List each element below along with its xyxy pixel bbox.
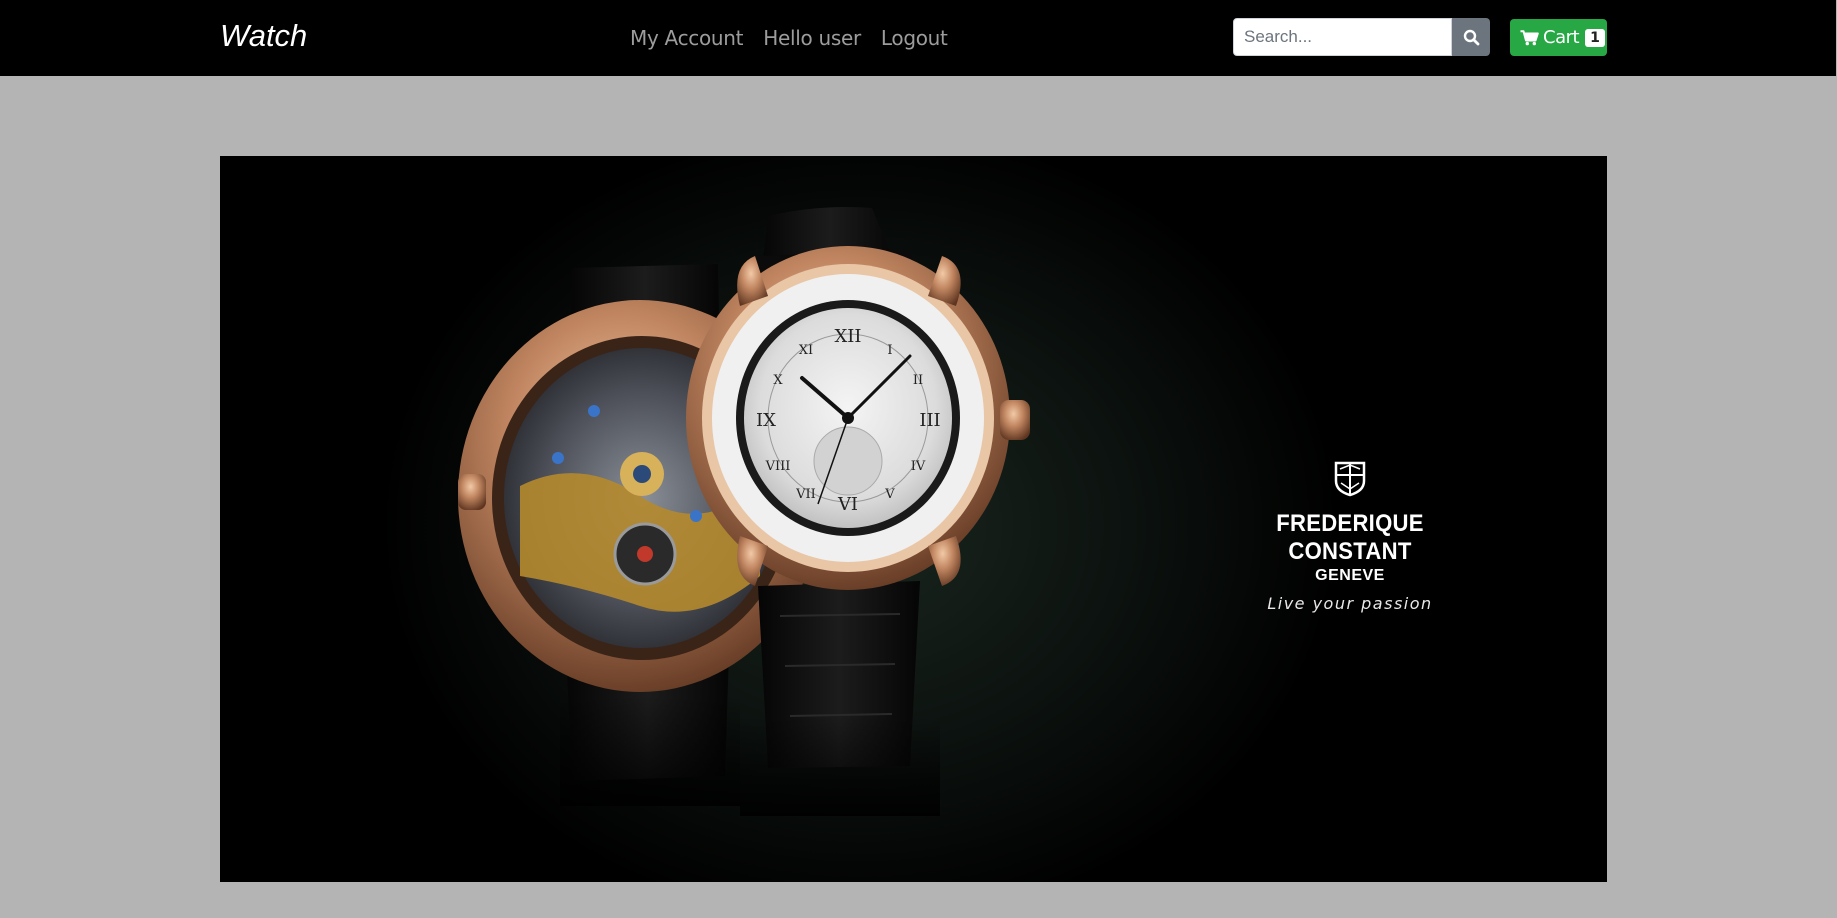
svg-text:XI: XI bbox=[799, 343, 813, 358]
brand-tagline: Live your passion bbox=[1267, 594, 1433, 613]
svg-text:I: I bbox=[887, 343, 892, 358]
nav-link-my-account[interactable]: My Account bbox=[630, 23, 744, 53]
search-button[interactable] bbox=[1452, 18, 1490, 56]
shopping-cart-icon bbox=[1520, 29, 1539, 46]
brand-shield-icon bbox=[1334, 461, 1366, 497]
svg-text:XII: XII bbox=[834, 326, 861, 347]
brand-logo: FREDERIQUE CONSTANT GENEVE Live your pas… bbox=[1220, 461, 1480, 613]
search-form bbox=[1233, 18, 1490, 56]
nav-link-logout[interactable]: Logout bbox=[881, 23, 948, 53]
brand-city: GENEVE bbox=[1315, 567, 1385, 584]
hero-banner[interactable]: XII III VI IX I II IV V VII VIII X XI FR… bbox=[220, 156, 1607, 882]
page: Watch My Account Hello user Logout Searc… bbox=[0, 0, 1837, 918]
search-icon bbox=[1463, 29, 1480, 46]
svg-text:IV: IV bbox=[911, 459, 926, 474]
svg-text:VIII: VIII bbox=[765, 459, 791, 474]
brand-name: FREDERIQUE CONSTANT bbox=[1276, 510, 1424, 565]
svg-text:IX: IX bbox=[756, 410, 776, 431]
svg-text:V: V bbox=[884, 487, 895, 502]
svg-text:X: X bbox=[773, 373, 783, 388]
cart-count-badge: 1 bbox=[1585, 28, 1605, 47]
search-input[interactable] bbox=[1233, 18, 1452, 56]
svg-text:VII: VII bbox=[795, 487, 816, 502]
svg-text:II: II bbox=[913, 373, 923, 388]
cart-button[interactable]: Cart 1 bbox=[1510, 19, 1607, 56]
cart-label: Cart bbox=[1543, 27, 1580, 48]
svg-text:VI: VI bbox=[837, 494, 858, 515]
nav-link-hello-user[interactable]: Hello user bbox=[763, 23, 861, 53]
svg-text:III: III bbox=[919, 410, 940, 431]
nav-links: My Account Hello user Logout bbox=[630, 23, 948, 53]
top-navbar: Watch My Account Hello user Logout Searc… bbox=[0, 0, 1836, 76]
brand-logo-link[interactable]: Watch bbox=[220, 16, 307, 56]
